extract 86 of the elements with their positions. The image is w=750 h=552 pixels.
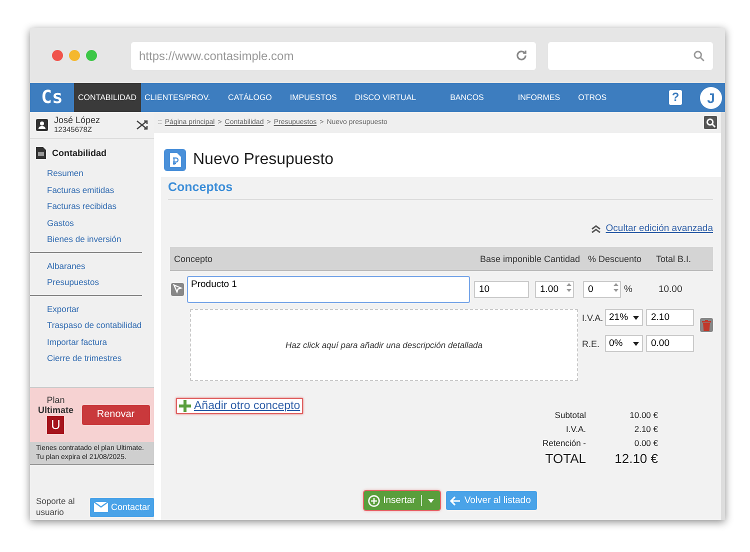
tax-label: R.E. xyxy=(582,338,601,348)
delete-button[interactable] xyxy=(700,318,713,332)
percent-sign: % xyxy=(624,284,632,294)
section-heading: Conceptos xyxy=(168,177,713,200)
back-button[interactable]: Volver al listado xyxy=(446,491,537,510)
envelope-icon xyxy=(94,502,108,512)
total-label: Subtotal xyxy=(554,409,586,422)
plan-label: Plan xyxy=(46,395,65,405)
sidebar-link[interactable]: Resumen xyxy=(47,165,142,182)
close-window-dot[interactable] xyxy=(52,50,63,61)
nav-tab[interactable]: BANCOS xyxy=(446,83,488,112)
document-icon xyxy=(36,147,46,159)
total-amount: 12.10 € xyxy=(614,450,658,467)
sidebar-link[interactable]: Facturas recibidas xyxy=(47,198,142,214)
spinner-arrows-icon[interactable] xyxy=(566,282,572,292)
sidebar-link[interactable]: Importar factura xyxy=(47,334,142,350)
spinner-arrows-icon[interactable] xyxy=(613,282,619,292)
surcharge-amount-field[interactable]: 0.00 xyxy=(646,335,694,352)
shuffle-icon[interactable] xyxy=(136,119,148,131)
total-label: TOTAL xyxy=(544,450,586,467)
arrow-left-icon xyxy=(450,496,462,506)
concept-field[interactable]: Producto 1 xyxy=(187,276,470,302)
sidebar-link[interactable]: Exportar xyxy=(47,300,142,317)
total-label: Retención - xyxy=(542,437,586,450)
document-icon xyxy=(164,149,186,171)
column-header: Cantidad xyxy=(544,254,582,264)
double-chevron-icon xyxy=(590,224,601,232)
quantity-field[interactable]: 1.00 xyxy=(535,280,574,298)
maximize-window-dot[interactable] xyxy=(86,50,97,61)
search-icon[interactable] xyxy=(693,50,705,62)
plan-name: Ultimate xyxy=(38,405,74,415)
column-header: Base imponible xyxy=(480,254,543,264)
caret-icon xyxy=(633,316,639,320)
caret-icon[interactable] xyxy=(428,498,434,502)
sidebar-link[interactable]: Presupuestos xyxy=(47,274,142,290)
add-concept-link[interactable]: Añadir otro concepto xyxy=(176,398,304,414)
help-icon[interactable]: ? xyxy=(669,90,682,105)
total-label: I.V.A. xyxy=(564,423,586,436)
support-label: Soporte al usuario xyxy=(36,496,76,518)
sidebar-link[interactable]: Traspaso de contabilidad xyxy=(47,317,142,334)
description-area[interactable]: Haz click aquí para añadir una descripción detallada xyxy=(190,309,578,381)
sidebar-link[interactable]: Gastos xyxy=(47,214,142,231)
browser-search-field[interactable] xyxy=(548,42,713,70)
nav-tab[interactable]: OTROS xyxy=(574,83,611,112)
section-title: Contabilidad xyxy=(52,148,106,158)
cursor-icon[interactable] xyxy=(171,282,184,296)
nav-tab[interactable]: DISCO VIRTUAL xyxy=(350,83,420,112)
nav-tab[interactable]: IMPUESTOS xyxy=(286,83,341,112)
discount-field[interactable]: 0 xyxy=(583,280,621,298)
sidebar-link[interactable]: Albaranes xyxy=(47,258,142,274)
reload-icon[interactable] xyxy=(515,49,528,62)
toggle-link[interactable]: Ocultar edición avanzada xyxy=(606,223,713,234)
address-bar[interactable]: https://www.contasimple.com xyxy=(131,42,536,70)
vat-rate-select[interactable]: 21% xyxy=(605,309,643,326)
logo[interactable]: Cs xyxy=(30,87,74,108)
page-title: Nuevo Presupuesto xyxy=(193,151,334,169)
caret-icon xyxy=(633,342,639,346)
nav-tab[interactable]: INFORMES xyxy=(514,83,564,112)
contact-button[interactable]: Contactar xyxy=(90,498,154,516)
user-card-icon xyxy=(36,119,48,131)
insert-button[interactable]: Insertar xyxy=(364,491,440,510)
total-amount: 10.00 € xyxy=(628,409,658,422)
column-header: Total B.I. xyxy=(656,254,692,264)
user-name: José López xyxy=(54,116,102,126)
search-button[interactable] xyxy=(704,116,717,129)
base-field[interactable]: 10 xyxy=(474,280,529,298)
total-amount: 2.10 € xyxy=(633,423,658,436)
nav-tab[interactable]: CONTABILIDAD xyxy=(74,83,141,112)
sidebar-link[interactable]: Bienes de inversión xyxy=(47,231,142,248)
nav-tab[interactable]: CLIENTES/PROV. xyxy=(140,83,214,112)
plus-icon xyxy=(179,400,191,412)
plan-badge: U xyxy=(47,416,64,434)
nav-tab[interactable]: CATÁLOGO xyxy=(224,83,276,112)
column-header: Concepto xyxy=(173,254,214,264)
surcharge-rate-select[interactable]: 0% xyxy=(605,335,643,352)
vat-amount-field[interactable]: 2.10 xyxy=(646,309,694,326)
column-header: % Descuento xyxy=(588,254,643,264)
plus-circle-icon xyxy=(368,494,380,506)
total-amount: 0.00 € xyxy=(633,437,658,450)
tax-label: I.V.A. xyxy=(582,312,602,322)
sidebar-link[interactable]: Facturas emitidas xyxy=(47,182,142,198)
user-avatar[interactable]: J xyxy=(700,86,722,108)
renew-button[interactable]: Renovar xyxy=(82,404,150,424)
total-value: 10.00 xyxy=(658,284,682,294)
minimize-window-dot[interactable] xyxy=(69,50,80,61)
sidebar-link[interactable]: Cierre de trimestres xyxy=(47,350,142,366)
